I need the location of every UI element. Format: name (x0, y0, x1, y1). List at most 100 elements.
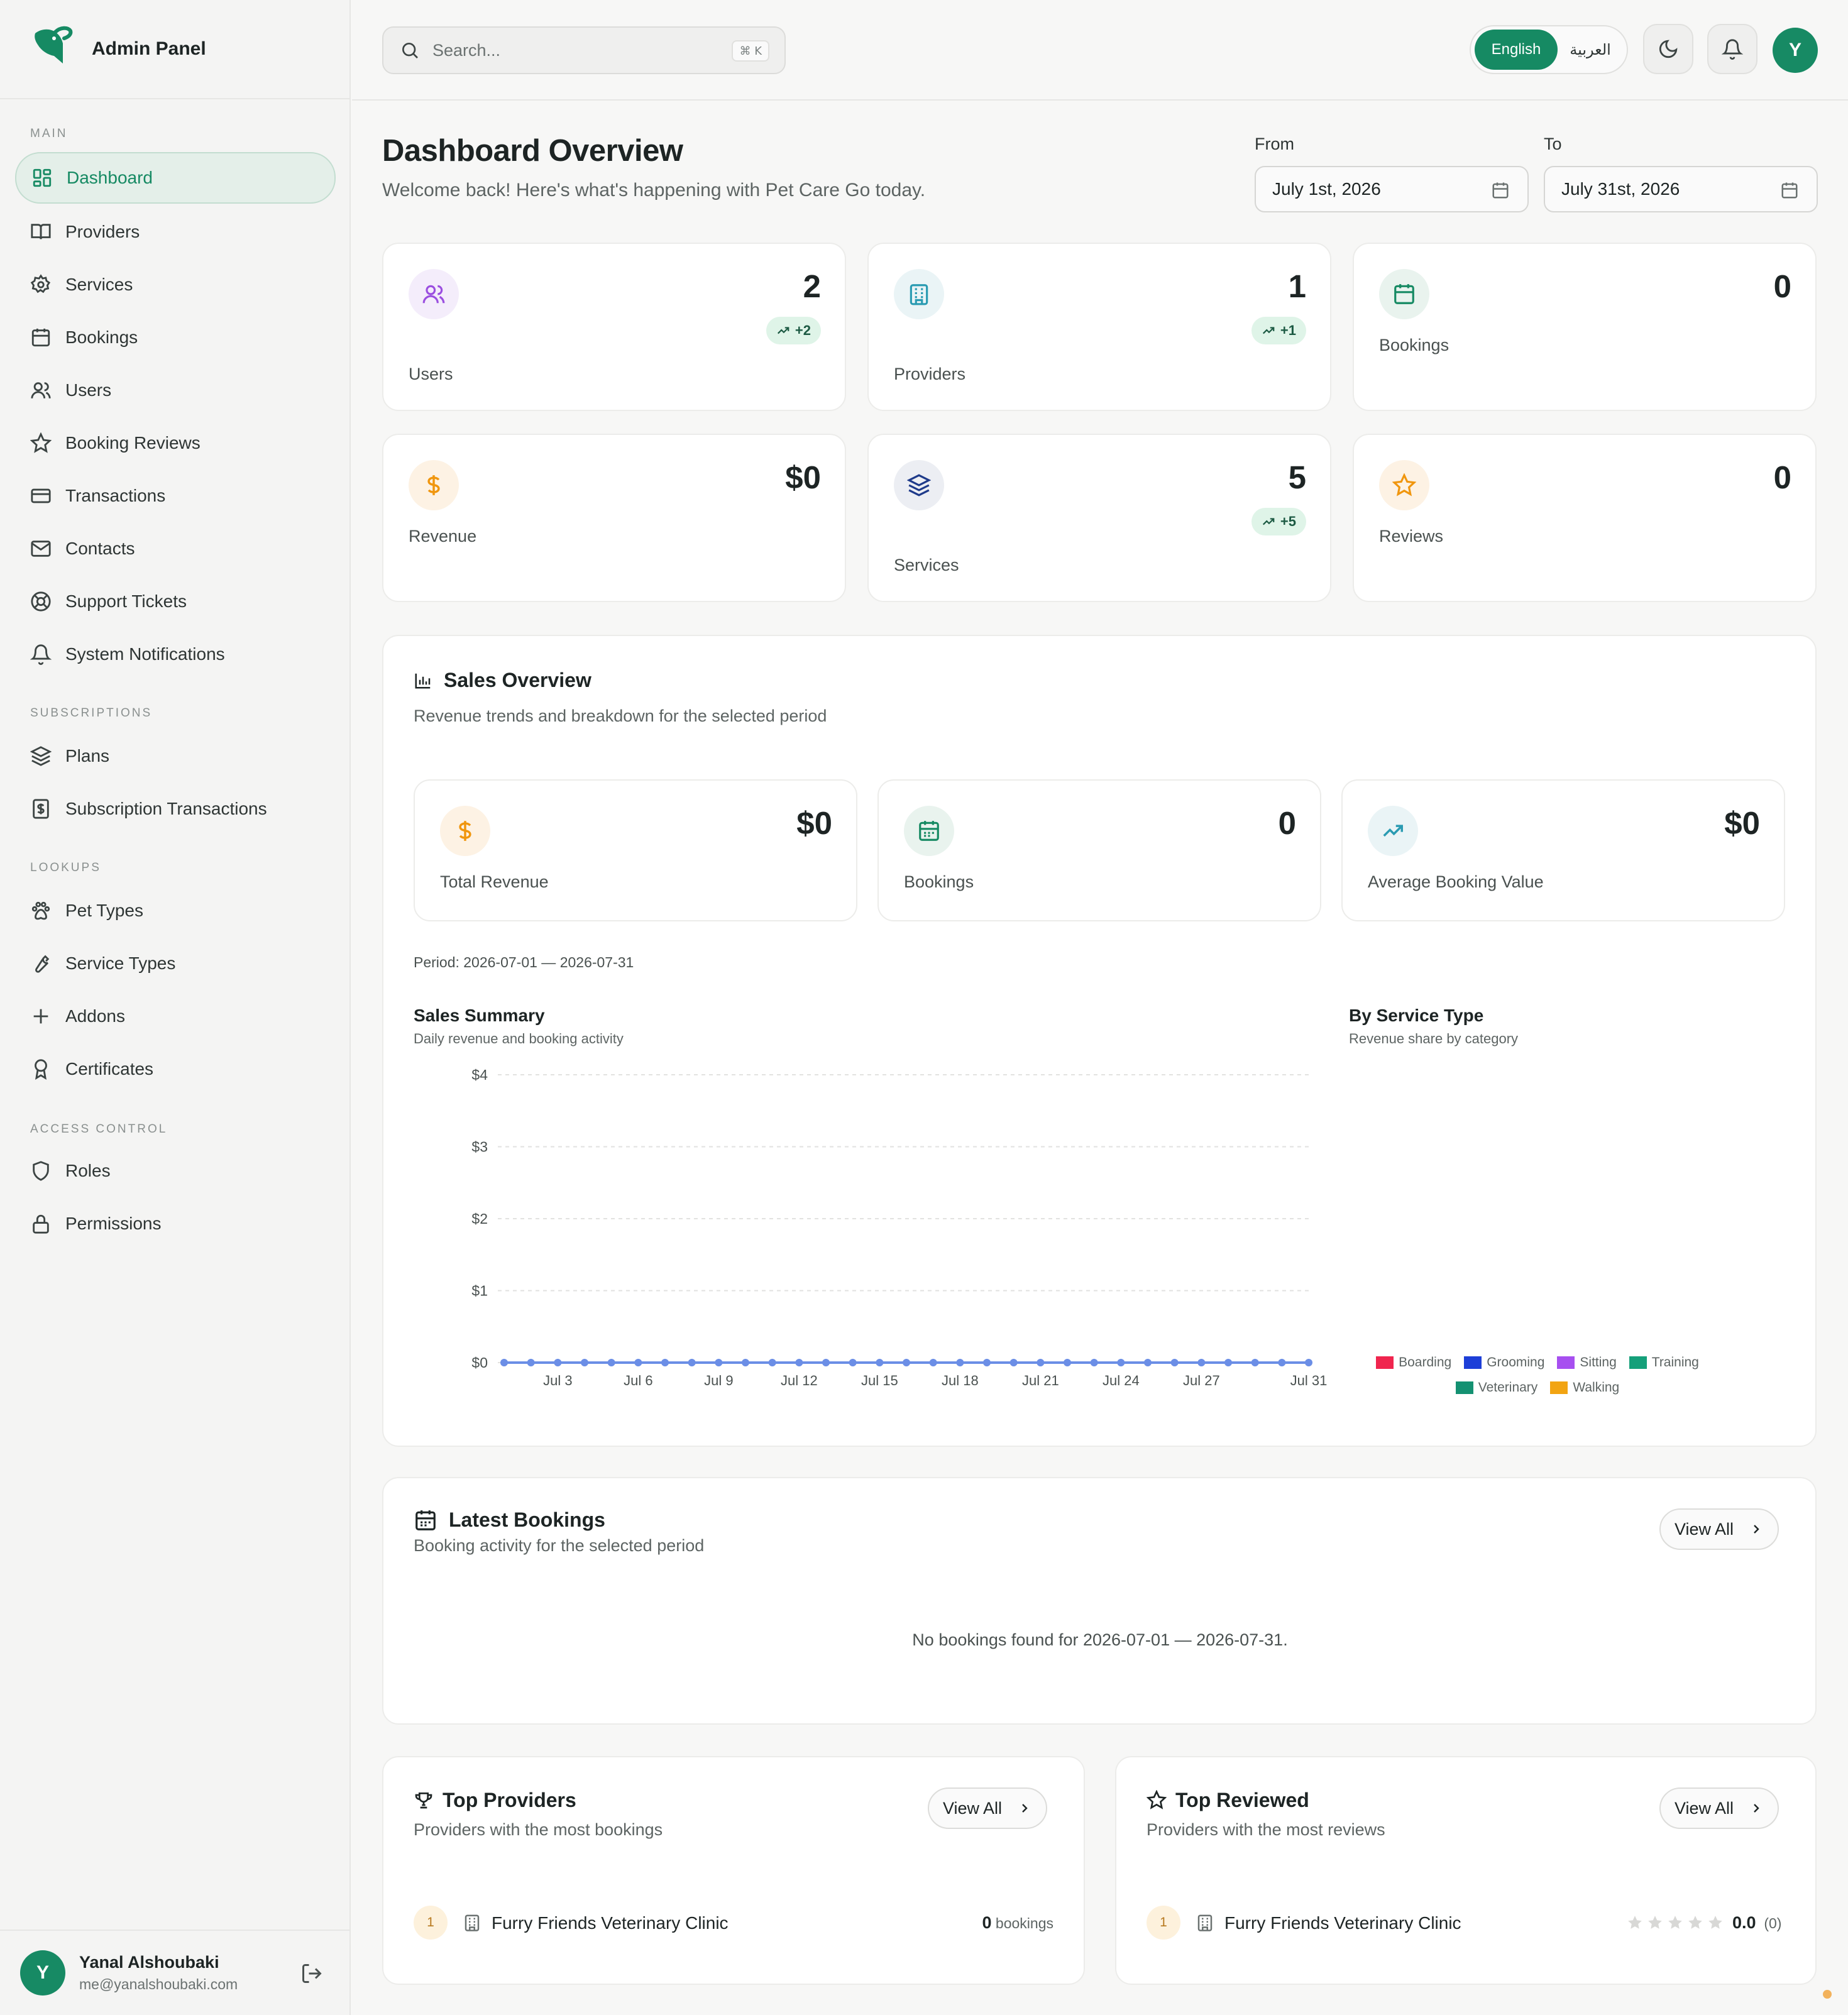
chevron-right-icon (1754, 1804, 1759, 1813)
metric-label: Bookings (904, 872, 974, 891)
credit-card-icon (30, 485, 52, 507)
data-point (607, 1359, 615, 1366)
users-icon (30, 380, 52, 401)
top-reviewed-view-all-button[interactable]: View All (1659, 1787, 1779, 1829)
data-point (742, 1359, 749, 1366)
sidebar-item-roles[interactable]: Roles (15, 1145, 336, 1197)
stat-delta-badge: +2 (766, 317, 821, 344)
plus-icon (30, 1006, 52, 1027)
stat-card-revenue[interactable]: $0 Revenue (382, 434, 846, 602)
sidebar-item-addons[interactable]: Addons (15, 991, 336, 1042)
sidebar-item-subscription-transactions[interactable]: Subscription Transactions (15, 783, 336, 835)
sidebar-item-label: Users (65, 380, 112, 400)
calendar-icon (415, 1510, 436, 1530)
lang-arabic-button[interactable]: العربية (1558, 41, 1623, 58)
legend-item[interactable]: Sitting (1557, 1355, 1617, 1370)
sidebar-item-permissions[interactable]: Permissions (15, 1198, 336, 1249)
avg-booking-card: $0 Average Booking Value (1341, 779, 1785, 921)
sidebar-item-users[interactable]: Users (15, 365, 336, 416)
legend-swatch (1464, 1356, 1482, 1369)
stat-card-services[interactable]: 5 +5 Services (867, 434, 1331, 602)
stat-card-users[interactable]: 2 +2 Users (382, 243, 846, 411)
sidebar-item-support-tickets[interactable]: Support Tickets (15, 576, 336, 627)
top-providers-title: Top Providers (443, 1789, 576, 1811)
sidebar-item-certificates[interactable]: Certificates (15, 1043, 336, 1095)
data-point (1278, 1359, 1286, 1366)
data-point (822, 1359, 830, 1366)
data-point (876, 1359, 884, 1366)
sidebar-item-plans[interactable]: Plans (15, 730, 336, 782)
layers-icon (894, 460, 944, 510)
data-point (1224, 1359, 1232, 1366)
sidebar-item-dashboard[interactable]: Dashboard (15, 152, 336, 204)
book-open-icon (30, 221, 52, 243)
sidebar-item-label: Certificates (65, 1059, 154, 1079)
notifications-button[interactable] (1707, 24, 1757, 74)
legend-item[interactable]: Training (1629, 1355, 1699, 1370)
sidebar-item-services[interactable]: Services (15, 259, 336, 310)
y-tick-label: $1 (471, 1283, 488, 1299)
legend-item[interactable]: Veterinary (1455, 1380, 1538, 1395)
logout-icon[interactable] (300, 1962, 323, 1985)
from-date-picker[interactable]: July 1st, 2026 (1255, 166, 1529, 212)
rank-badge: 1 (1147, 1906, 1180, 1940)
sidebar-item-bookings[interactable]: Bookings (15, 312, 336, 363)
legend-label: Walking (1573, 1380, 1620, 1395)
stat-label: Revenue (409, 527, 477, 546)
search-input[interactable] (432, 40, 709, 60)
x-tick-label: Jul 31 (1290, 1373, 1328, 1388)
latest-bookings-view-all-button[interactable]: View All (1659, 1508, 1779, 1550)
stat-label: Bookings (1379, 336, 1449, 354)
building-icon (465, 1914, 480, 1931)
stat-card-bookings[interactable]: 0 Bookings (1353, 243, 1817, 411)
theme-toggle-button[interactable] (1643, 24, 1693, 74)
sidebar-item-service-types[interactable]: Service Types (15, 938, 336, 989)
stat-card-providers[interactable]: 1 +1 Providers (867, 243, 1331, 411)
data-point (768, 1359, 776, 1366)
sidebar-item-label: Service Types (65, 953, 176, 973)
data-point (956, 1359, 964, 1366)
stat-value: 2 (803, 268, 821, 304)
to-date-picker[interactable]: July 31st, 2026 (1544, 166, 1818, 212)
sidebar-item-providers[interactable]: Providers (15, 206, 336, 258)
top-providers-subtitle: Providers with the most bookings (414, 1820, 663, 1839)
stat-label: Providers (894, 365, 966, 383)
provider-name[interactable]: Furry Friends Veterinary Clinic (492, 1913, 729, 1933)
top-providers-view-all-button[interactable]: View All (928, 1787, 1048, 1829)
sidebar-item-booking-reviews[interactable]: Booking Reviews (15, 417, 336, 469)
sidebar-item-contacts[interactable]: Contacts (15, 523, 336, 574)
bookings-metric-card: 0 Bookings (877, 779, 1321, 921)
brand[interactable]: Admin Panel (0, 0, 349, 99)
sidebar: Admin Panel MAIN SUBSCRIPTIONS LOOKUPS A… (0, 0, 351, 2015)
trophy-icon (415, 1793, 432, 1809)
sidebar-item-label: Contacts (65, 539, 135, 558)
legend-item[interactable]: Walking (1550, 1380, 1619, 1395)
chevron-right-icon (1754, 1525, 1759, 1534)
legend-item[interactable]: Boarding (1376, 1355, 1451, 1370)
stat-label: Reviews (1379, 527, 1444, 546)
sidebar-item-system-notifications[interactable]: System Notifications (15, 629, 336, 680)
stat-value: 0 (1773, 268, 1791, 304)
sidebar-item-pet-types[interactable]: Pet Types (15, 885, 336, 936)
star-icon (1379, 460, 1429, 510)
legend-item[interactable]: Grooming (1464, 1355, 1544, 1370)
avatar[interactable]: Y (20, 1950, 65, 1996)
provider-name[interactable]: Furry Friends Veterinary Clinic (1224, 1913, 1461, 1933)
stat-card-reviews[interactable]: 0 Reviews (1353, 434, 1817, 602)
section-subscriptions: SUBSCRIPTIONS (30, 706, 153, 720)
calendar-icon (1379, 269, 1429, 319)
legend-label: Veterinary (1478, 1380, 1538, 1395)
sidebar-item-label: Providers (65, 222, 140, 241)
sidebar-item-label: Permissions (65, 1214, 162, 1233)
user-avatar-button[interactable]: Y (1773, 28, 1818, 73)
search-box[interactable]: ⌘ K (382, 26, 786, 74)
legend-label: Boarding (1399, 1355, 1452, 1370)
y-tick-label: $4 (471, 1067, 488, 1083)
user-email: me@yanalshoubaki.com (79, 1976, 238, 1992)
from-label: From (1255, 135, 1294, 153)
sales-overview-title: Sales Overview (444, 669, 591, 691)
sidebar-item-transactions[interactable]: Transactions (15, 470, 336, 522)
trending-up-icon (1262, 327, 1275, 334)
lang-english-button[interactable]: English (1475, 30, 1558, 70)
top-reviewed-subtitle: Providers with the most reviews (1147, 1820, 1385, 1839)
